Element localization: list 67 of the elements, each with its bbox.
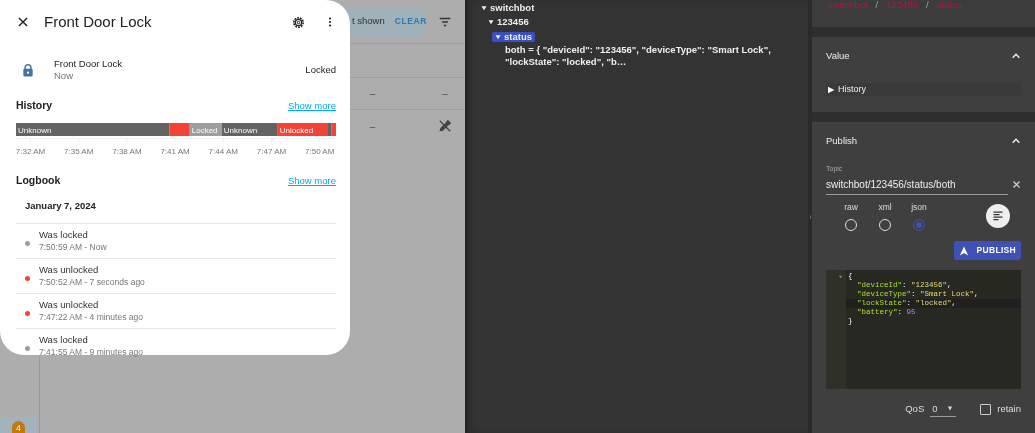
tree-node[interactable]: status	[492, 31, 535, 42]
fold-icon[interactable]	[838, 275, 843, 280]
axis-tick-label: 7:44 AM	[208, 146, 238, 156]
format-button[interactable]	[986, 203, 1010, 228]
segment-label: Unknown	[223, 125, 258, 135]
table-cell-text: –	[369, 119, 376, 134]
qos-select[interactable]: 0	[930, 401, 957, 418]
settings-icon[interactable]	[291, 14, 306, 30]
format-label: json	[911, 200, 927, 214]
segment-label: Unlocked	[279, 125, 314, 135]
panel-title: Value	[826, 48, 850, 63]
status-dot	[25, 240, 30, 246]
chevron-up-icon[interactable]	[1011, 51, 1021, 61]
align-left-icon	[992, 209, 1004, 222]
log-title: Was unlocked	[39, 263, 100, 276]
dialog-title: Front Door Lock	[44, 11, 153, 32]
qos-label: QoS	[905, 402, 925, 417]
axis-tick-label: 7:32 AM	[16, 146, 46, 156]
table-cell-text: –	[369, 87, 376, 101]
tree-node[interactable]: both = { "deviceId": "123456", "deviceType": "Smart Lock", "lockState": "locked", "b…	[502, 43, 802, 68]
log-time: 7:41:55 AM - 9 minutes ago	[39, 345, 143, 358]
axis-tick-label: 7:50 AM	[305, 146, 335, 156]
log-title: Was locked	[39, 333, 89, 346]
panel-title: Publish	[826, 133, 858, 148]
axis-tick-label: 7:35 AM	[64, 146, 94, 156]
segment-label: Locked	[191, 125, 218, 135]
status-dot	[25, 310, 30, 316]
section-title: Logbook	[16, 172, 61, 188]
retain-label: retain	[997, 402, 1021, 417]
axis-tick-label: 7:38 AM	[112, 146, 142, 156]
status-dot	[25, 345, 30, 351]
log-time: 7:47:22 AM - 4 minutes ago	[39, 310, 143, 323]
format-label: xml	[878, 200, 892, 214]
entity-time: Now	[54, 70, 74, 82]
notification-count: 4	[12, 421, 25, 433]
log-time: 7:50:59 AM - Now	[39, 240, 107, 253]
close-icon[interactable]	[16, 15, 30, 29]
format-label: raw	[844, 200, 858, 214]
publish-button[interactable]: PUBLISH	[953, 241, 1021, 261]
caret-down-icon	[945, 406, 954, 412]
log-title: Was unlocked	[39, 298, 100, 311]
pencil-off-icon[interactable]	[438, 119, 452, 133]
status-dot	[25, 275, 30, 281]
log-date: January 7, 2024	[25, 198, 97, 213]
breadcrumb-separator: /	[925, 0, 929, 12]
tree-node[interactable]: 123456	[485, 17, 532, 28]
clear-icon[interactable]	[1012, 180, 1021, 189]
topic-field[interactable]: switchbot/123456/status/both	[826, 174, 1008, 195]
table-cell-text: –	[442, 87, 448, 101]
tree-node[interactable]: switchbot	[478, 3, 538, 13]
caret-down-icon[interactable]	[481, 5, 487, 11]
entity-state: Locked	[305, 64, 336, 76]
send-icon	[958, 244, 969, 257]
breadcrumb-separator: /	[875, 0, 879, 12]
history-toggle[interactable]: History	[826, 83, 1021, 96]
axis-tick-label: 7:47 AM	[256, 146, 287, 156]
entity-name: Front Door Lock	[54, 58, 124, 70]
chevron-up-icon[interactable]	[1011, 136, 1021, 146]
lock-icon	[21, 62, 35, 78]
caret-right-icon	[827, 85, 835, 94]
axis-tick-label: 7:41 AM	[160, 146, 190, 156]
log-time: 7:50:52 AM - 7 seconds ago	[39, 275, 145, 288]
section-title: History	[16, 98, 53, 113]
retain-checkbox[interactable]	[980, 403, 992, 415]
log-title: Was locked	[39, 228, 89, 241]
segment-label: Unknown	[18, 125, 52, 135]
filter-chip-text: t shown	[352, 14, 385, 29]
